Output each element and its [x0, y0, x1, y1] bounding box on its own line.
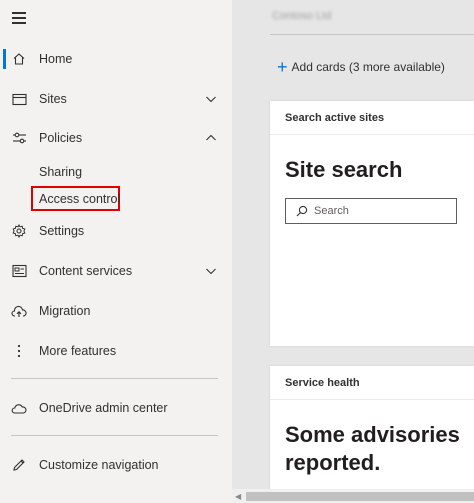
- nav-item-label: More features: [39, 344, 117, 358]
- more-icon: [11, 343, 27, 359]
- active-indicator: [3, 49, 6, 69]
- search-sites-card: Search active sites Site search: [270, 101, 474, 346]
- main-content: Contoso Ltd + Add cards (3 more availabl…: [232, 0, 474, 503]
- scrollbar-thumb[interactable]: [246, 492, 474, 501]
- cloud-upload-icon: [11, 303, 27, 319]
- nav-item-label: Migration: [39, 304, 91, 318]
- nav-item-label: Home: [39, 52, 73, 66]
- card-header: Service health: [270, 366, 474, 400]
- nav-item-policies[interactable]: Policies: [0, 120, 232, 156]
- add-cards-label: Add cards (3 more available): [291, 60, 445, 74]
- nav-item-content-services[interactable]: Content services: [0, 253, 232, 289]
- nav-item-settings[interactable]: Settings: [0, 213, 232, 249]
- nav-divider: [11, 435, 218, 436]
- scroll-left-arrow-icon[interactable]: ◀: [235, 492, 241, 501]
- chevron-up-icon[interactable]: [205, 132, 217, 144]
- pencil-icon: [11, 457, 27, 473]
- card-header: Search active sites: [270, 101, 474, 135]
- add-cards-button[interactable]: + Add cards (3 more available): [277, 57, 445, 77]
- nav-item-customize-navigation[interactable]: Customize navigation: [0, 447, 232, 483]
- service-health-card: Service health Some advisories reported.: [270, 366, 474, 496]
- sites-icon: [11, 91, 27, 107]
- plus-icon: +: [277, 57, 288, 77]
- search-icon: [296, 205, 308, 217]
- nav-item-label: Policies: [39, 131, 83, 145]
- nav-item-label: Customize navigation: [39, 458, 159, 472]
- card-title: Some advisories: [285, 422, 460, 447]
- gear-icon: [11, 223, 27, 239]
- header-divider: [270, 34, 474, 35]
- home-icon: [11, 51, 27, 67]
- nav-subitem-access-control[interactable]: Access control: [39, 192, 120, 206]
- left-navigation: Home Sites Policies Sharing Access contr…: [0, 0, 232, 503]
- nav-divider: [11, 378, 218, 379]
- horizontal-scrollbar[interactable]: ◀: [232, 489, 474, 503]
- policies-icon: [11, 130, 27, 146]
- content-services-icon: [11, 263, 27, 279]
- nav-subitem-sharing[interactable]: Sharing: [39, 165, 82, 179]
- tenant-name: Contoso Ltd: [272, 10, 332, 22]
- nav-item-label: Sites: [39, 92, 67, 106]
- onedrive-icon: [11, 400, 27, 416]
- card-title: reported.: [285, 450, 381, 475]
- nav-item-label: Content services: [39, 264, 133, 278]
- card-title: Site search: [285, 157, 403, 182]
- chevron-down-icon[interactable]: [205, 93, 217, 105]
- nav-item-onedrive-admin-center[interactable]: OneDrive admin center: [0, 390, 232, 426]
- nav-item-more-features[interactable]: More features: [0, 333, 232, 369]
- nav-item-migration[interactable]: Migration: [0, 293, 232, 329]
- site-search-box[interactable]: [285, 198, 457, 224]
- chevron-down-icon[interactable]: [205, 265, 217, 277]
- nav-item-sites[interactable]: Sites: [0, 81, 232, 117]
- nav-item-label: Settings: [39, 224, 85, 238]
- nav-item-home[interactable]: Home: [0, 41, 232, 77]
- nav-item-label: OneDrive admin center: [39, 401, 168, 415]
- hamburger-menu-icon[interactable]: [12, 12, 26, 24]
- search-input[interactable]: [314, 205, 454, 217]
